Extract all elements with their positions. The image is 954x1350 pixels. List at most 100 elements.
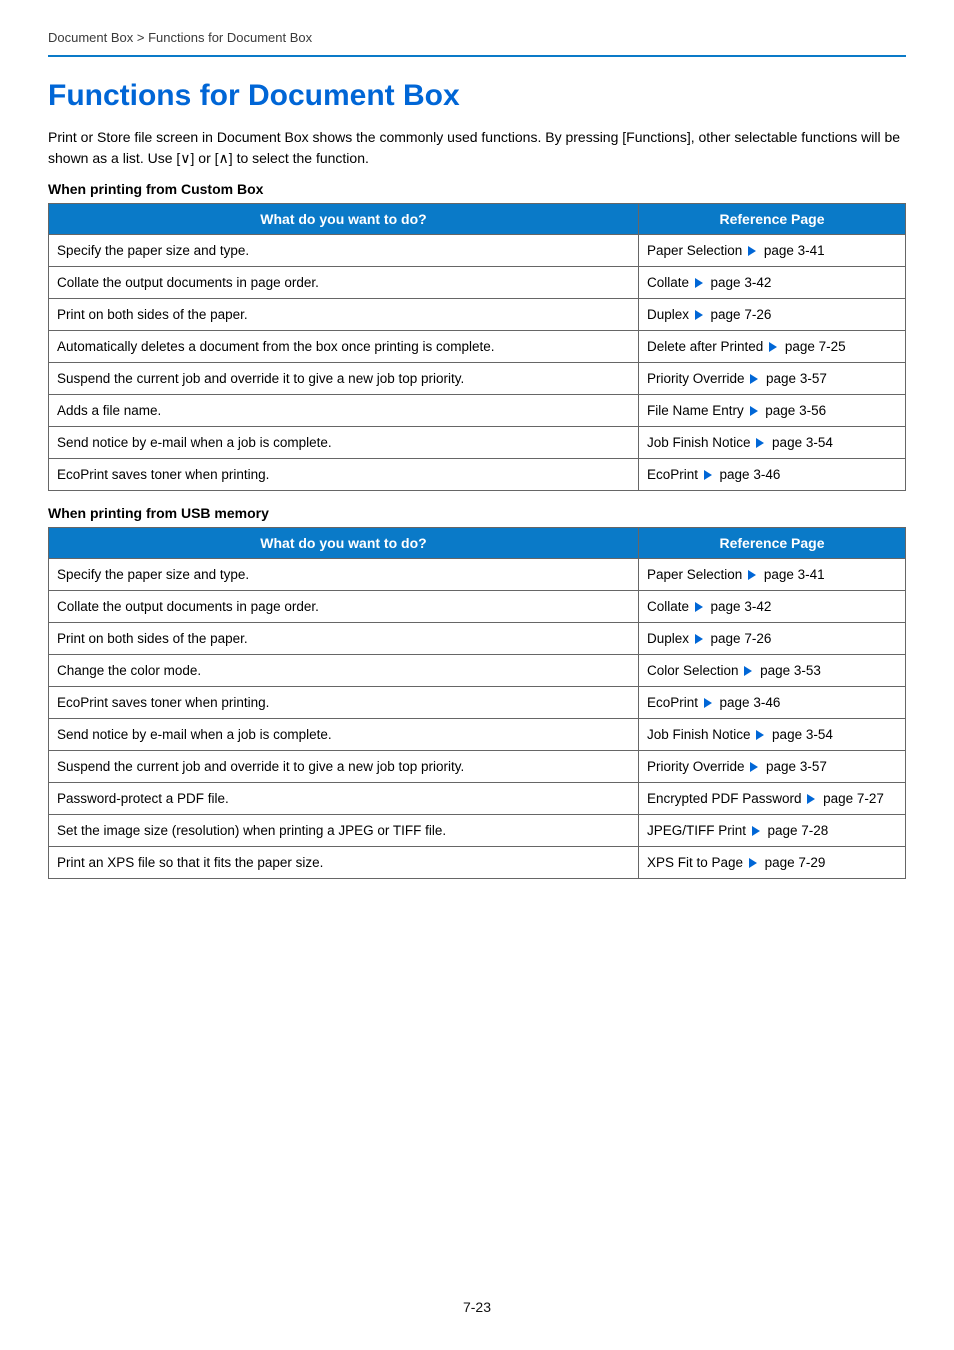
section1-heading: When printing from Custom Box: [48, 181, 906, 197]
reference-name: Collate: [647, 275, 693, 290]
reference-cell[interactable]: Duplex page 7-26: [639, 623, 906, 655]
reference-cell[interactable]: Collate page 3-42: [639, 591, 906, 623]
task-cell: Change the color mode.: [49, 655, 639, 687]
reference-cell[interactable]: Job Finish Notice page 3-54: [639, 427, 906, 459]
reference-cell[interactable]: EcoPrint page 3-46: [639, 459, 906, 491]
intro-text-b: ] or [: [191, 150, 219, 166]
play-arrow-icon: [695, 634, 703, 644]
section2-heading: When printing from USB memory: [48, 505, 906, 521]
reference-name: Job Finish Notice: [647, 435, 754, 450]
table-row: Suspend the current job and override it …: [49, 751, 906, 783]
reference-page-num: page 3-41: [760, 243, 825, 258]
reference-page-num: page 3-42: [707, 275, 772, 290]
breadcrumb: Document Box > Functions for Document Bo…: [48, 30, 906, 55]
page-title: Functions for Document Box: [48, 79, 906, 113]
breadcrumb-page: Functions for Document Box: [148, 30, 312, 45]
reference-name: Encrypted PDF Password: [647, 791, 805, 806]
reference-cell[interactable]: JPEG/TIFF Print page 7-28: [639, 815, 906, 847]
reference-name: EcoPrint: [647, 695, 702, 710]
task-cell: Print on both sides of the paper.: [49, 299, 639, 331]
play-arrow-icon: [748, 246, 756, 256]
reference-cell[interactable]: Paper Selection page 3-41: [639, 235, 906, 267]
reference-page-num: page 3-56: [762, 403, 827, 418]
play-arrow-icon: [695, 310, 703, 320]
play-arrow-icon: [695, 602, 703, 612]
chevron-down-icon: ∨: [180, 150, 190, 166]
reference-page-num: page 3-41: [760, 567, 825, 582]
reference-page-num: page 3-46: [716, 695, 781, 710]
play-arrow-icon: [756, 730, 764, 740]
reference-page-num: page 7-29: [761, 855, 826, 870]
table-row: Print on both sides of the paper.Duplex …: [49, 299, 906, 331]
task-cell: Specify the paper size and type.: [49, 235, 639, 267]
play-arrow-icon: [704, 470, 712, 480]
play-arrow-icon: [704, 698, 712, 708]
table-row: Password-protect a PDF file.Encrypted PD…: [49, 783, 906, 815]
page-container: Document Box > Functions for Document Bo…: [0, 0, 954, 1345]
table1-body: Specify the paper size and type.Paper Se…: [49, 235, 906, 491]
reference-page-num: page 7-25: [781, 339, 846, 354]
reference-cell[interactable]: XPS Fit to Page page 7-29: [639, 847, 906, 879]
task-cell: Password-protect a PDF file.: [49, 783, 639, 815]
reference-name: Duplex: [647, 631, 693, 646]
task-cell: Suspend the current job and override it …: [49, 363, 639, 395]
table-header-row: What do you want to do? Reference Page: [49, 204, 906, 235]
task-cell: Adds a file name.: [49, 395, 639, 427]
task-cell: Send notice by e-mail when a job is comp…: [49, 427, 639, 459]
task-cell: EcoPrint saves toner when printing.: [49, 459, 639, 491]
reference-page-num: page 3-54: [768, 435, 833, 450]
reference-cell[interactable]: Color Selection page 3-53: [639, 655, 906, 687]
breadcrumb-sep: >: [137, 30, 145, 45]
task-cell: Print an XPS file so that it fits the pa…: [49, 847, 639, 879]
table-custom-box: What do you want to do? Reference Page S…: [48, 203, 906, 491]
task-cell: Collate the output documents in page ord…: [49, 591, 639, 623]
reference-page-num: page 3-53: [756, 663, 821, 678]
table-usb-memory: What do you want to do? Reference Page S…: [48, 527, 906, 879]
table2-body: Specify the paper size and type.Paper Se…: [49, 559, 906, 879]
play-arrow-icon: [750, 374, 758, 384]
play-arrow-icon: [769, 342, 777, 352]
table-row: Print on both sides of the paper.Duplex …: [49, 623, 906, 655]
reference-cell[interactable]: Delete after Printed page 7-25: [639, 331, 906, 363]
play-arrow-icon: [750, 406, 758, 416]
reference-cell[interactable]: Paper Selection page 3-41: [639, 559, 906, 591]
intro-text-c: ] to select the function.: [229, 150, 369, 166]
reference-page-num: page 7-26: [707, 307, 772, 322]
reference-name: Paper Selection: [647, 567, 746, 582]
table-row: Set the image size (resolution) when pri…: [49, 815, 906, 847]
table-row: Suspend the current job and override it …: [49, 363, 906, 395]
reference-name: File Name Entry: [647, 403, 748, 418]
table-row: Send notice by e-mail when a job is comp…: [49, 719, 906, 751]
reference-cell[interactable]: Job Finish Notice page 3-54: [639, 719, 906, 751]
play-arrow-icon: [748, 570, 756, 580]
breadcrumb-section: Document Box: [48, 30, 133, 45]
reference-cell[interactable]: EcoPrint page 3-46: [639, 687, 906, 719]
table-row: Collate the output documents in page ord…: [49, 591, 906, 623]
reference-cell[interactable]: Priority Override page 3-57: [639, 363, 906, 395]
table-row: Send notice by e-mail when a job is comp…: [49, 427, 906, 459]
reference-name: EcoPrint: [647, 467, 702, 482]
table-row: Specify the paper size and type.Paper Se…: [49, 235, 906, 267]
reference-name: Delete after Printed: [647, 339, 767, 354]
table-row: Specify the paper size and type.Paper Se…: [49, 559, 906, 591]
reference-page-num: page 3-42: [707, 599, 772, 614]
reference-cell[interactable]: File Name Entry page 3-56: [639, 395, 906, 427]
play-arrow-icon: [807, 794, 815, 804]
reference-cell[interactable]: Encrypted PDF Password page 7-27: [639, 783, 906, 815]
page-number: 7-23: [48, 1299, 906, 1345]
table-row: Print an XPS file so that it fits the pa…: [49, 847, 906, 879]
table-row: Collate the output documents in page ord…: [49, 267, 906, 299]
col-header-reference: Reference Page: [639, 204, 906, 235]
task-cell: Automatically deletes a document from th…: [49, 331, 639, 363]
chevron-up-icon: ∧: [219, 150, 229, 166]
reference-cell[interactable]: Collate page 3-42: [639, 267, 906, 299]
reference-cell[interactable]: Priority Override page 3-57: [639, 751, 906, 783]
table-header-row: What do you want to do? Reference Page: [49, 528, 906, 559]
reference-cell[interactable]: Duplex page 7-26: [639, 299, 906, 331]
task-cell: Set the image size (resolution) when pri…: [49, 815, 639, 847]
reference-name: Job Finish Notice: [647, 727, 754, 742]
reference-page-num: page 3-57: [762, 759, 827, 774]
table-row: Automatically deletes a document from th…: [49, 331, 906, 363]
play-arrow-icon: [695, 278, 703, 288]
reference-name: Priority Override: [647, 759, 748, 774]
